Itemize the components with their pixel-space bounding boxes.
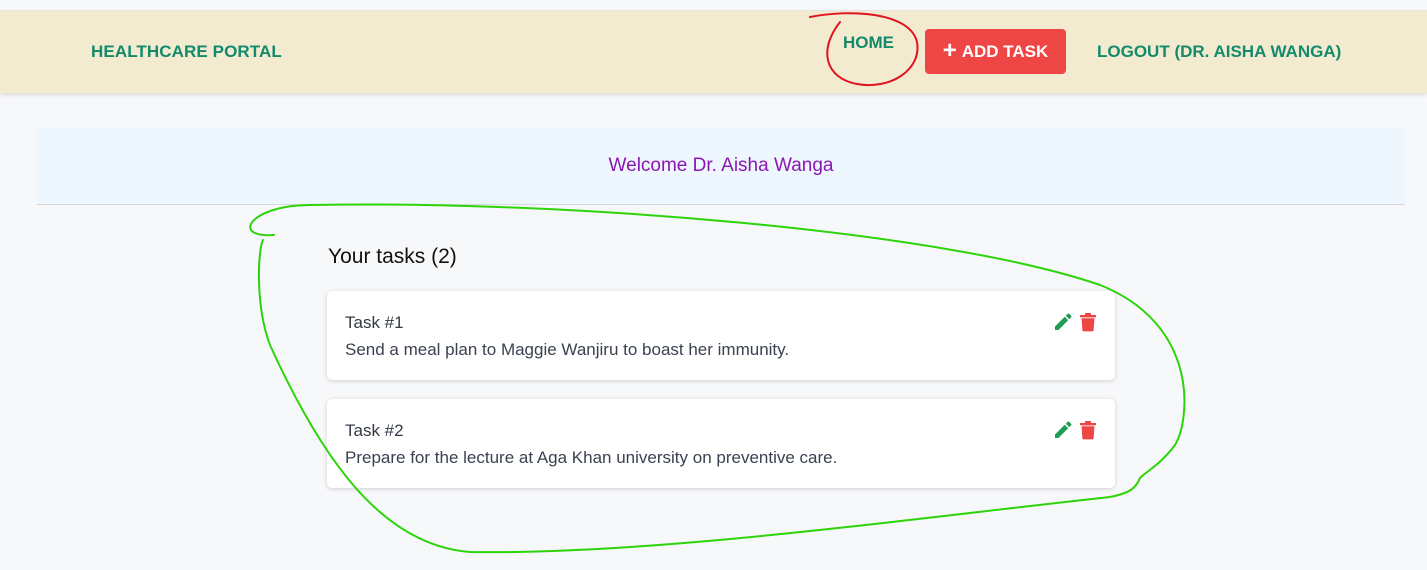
trash-icon[interactable] (1079, 420, 1097, 440)
task-description: Prepare for the lecture at Aga Khan univ… (345, 448, 838, 467)
task-card: Task #1 Send a meal plan to Maggie Wanji… (327, 291, 1115, 380)
add-task-button[interactable]: + ADD TASK (925, 29, 1066, 74)
trash-icon[interactable] (1079, 312, 1097, 332)
pencil-icon[interactable] (1053, 312, 1073, 332)
brand-link[interactable]: HEALTHCARE PORTAL (91, 42, 282, 62)
welcome-message: Welcome Dr. Aisha Wanga (608, 154, 834, 176)
top-strip (0, 0, 1427, 11)
add-task-label: ADD TASK (961, 41, 1049, 61)
plus-icon: + (942, 36, 957, 64)
tasks-heading: Your tasks (2) (328, 245, 457, 268)
welcome-banner: Welcome Dr. Aisha Wanga (37, 127, 1405, 205)
navbar: HEALTHCARE PORTAL HOME + ADD TASK LOGOUT… (0, 11, 1427, 93)
home-link[interactable]: HOME (843, 33, 894, 53)
task-description: Send a meal plan to Maggie Wanjiru to bo… (345, 340, 790, 359)
logout-link[interactable]: LOGOUT (DR. AISHA WANGA) (1097, 42, 1341, 62)
task-card: Task #2 Prepare for the lecture at Aga K… (327, 399, 1115, 488)
pencil-icon[interactable] (1053, 420, 1073, 440)
task-title: Task #1 (345, 313, 404, 332)
task-title: Task #2 (345, 421, 404, 440)
